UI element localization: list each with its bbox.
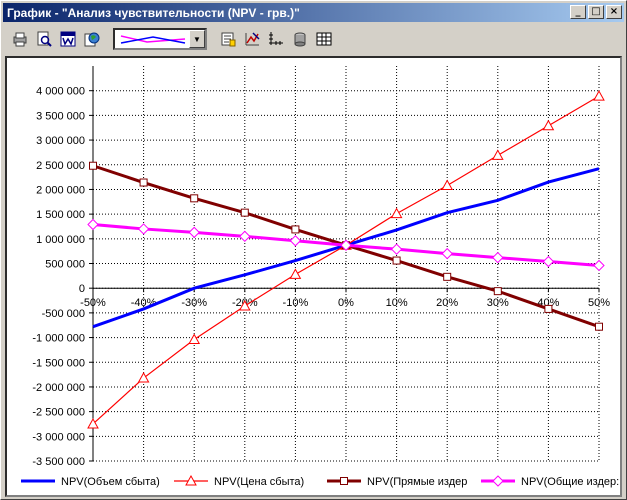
data-point-2 — [137, 372, 150, 383]
chevron-down-icon[interactable]: ▼ — [189, 30, 205, 48]
y-tick-label: -3 000 000 — [32, 431, 85, 443]
x-tick-label: -30% — [181, 297, 207, 309]
y-tick-label: 1 000 000 — [36, 234, 85, 246]
3d-button[interactable] — [289, 28, 311, 50]
globe-icon — [84, 32, 100, 47]
data-point-3 — [240, 208, 249, 217]
data-point-3 — [392, 256, 401, 265]
data-point-3 — [595, 322, 603, 331]
3d-icon — [294, 32, 306, 47]
y-tick-label: -1 000 000 — [32, 333, 85, 345]
data-point-4 — [239, 230, 251, 243]
data-point-4 — [441, 247, 453, 260]
y-tick-label: 1 500 000 — [36, 209, 85, 221]
word-export-icon — [60, 31, 76, 47]
data-point-4 — [542, 255, 555, 268]
data-point-3 — [139, 178, 148, 187]
minimize-button[interactable]: _ — [570, 5, 586, 19]
x-tick-label: 50% — [588, 297, 610, 309]
y-tick-label: -2 000 000 — [32, 382, 85, 394]
legend-label-1: NPV(Объем сбыта) — [61, 476, 160, 488]
y-tick-label: -1 500 000 — [32, 357, 85, 369]
close-button[interactable]: × — [606, 5, 622, 19]
chart-type-combo[interactable]: ▼ — [113, 28, 207, 50]
y-tick-label: 3 500 000 — [36, 110, 85, 122]
legend-label-3: NPV(Прямые издер — [367, 476, 467, 488]
print-icon — [13, 32, 27, 47]
legend-label-2: NPV(Цена сбыта) — [214, 476, 304, 488]
print-button[interactable] — [9, 28, 31, 50]
data-point-2 — [491, 149, 504, 160]
axes-icon — [269, 32, 283, 45]
data-point-4 — [289, 235, 302, 247]
data-point-3 — [443, 272, 452, 281]
data-table-button[interactable] — [313, 28, 335, 50]
y-tick-label: 2 000 000 — [36, 184, 85, 196]
y-tick-label: -3 500 000 — [32, 456, 85, 468]
data-point-4 — [492, 251, 504, 264]
data-point-4 — [390, 243, 403, 255]
title-bar[interactable]: График - "Анализ чувствительности (NPV -… — [3, 3, 624, 22]
properties-icon — [221, 32, 236, 47]
chart-type-preview-icon — [120, 35, 186, 44]
data-point-4 — [137, 223, 150, 235]
data-point-2 — [390, 207, 403, 219]
data-point-3 — [190, 194, 199, 203]
chart-style-button[interactable] — [241, 28, 263, 50]
x-tick-label: -10% — [283, 297, 309, 309]
data-point-2 — [593, 90, 605, 101]
data-point-4 — [188, 226, 200, 239]
word-export-button[interactable] — [57, 28, 79, 50]
properties-button[interactable] — [217, 28, 239, 50]
x-tick-label: 30% — [487, 297, 509, 309]
toolbar: ▼ — [3, 24, 624, 54]
print-preview-icon — [37, 31, 52, 47]
x-tick-label: 0% — [338, 297, 354, 309]
data-point-3 — [544, 304, 553, 313]
legend-marker-4 — [492, 475, 504, 487]
chart-window: График - "Анализ чувствительности (NPV -… — [0, 0, 627, 500]
y-tick-label: -2 500 000 — [32, 407, 85, 419]
data-point-4 — [87, 218, 99, 231]
axes-button[interactable] — [265, 28, 287, 50]
data-point-3 — [493, 287, 502, 296]
print-preview-button[interactable] — [33, 28, 55, 50]
y-tick-label: -500 000 — [42, 308, 85, 320]
y-tick-label: 500 000 — [45, 259, 85, 271]
x-tick-label: 20% — [436, 297, 458, 309]
window-title: График - "Анализ чувствительности (NPV -… — [7, 5, 300, 20]
chart-area: -3 500 000 -3 000 000 -2 500 000 -2 000 000… — [5, 56, 622, 497]
data-point-2 — [542, 119, 555, 131]
y-tick-label: 4 000 000 — [36, 86, 85, 98]
data-point-2 — [188, 333, 201, 345]
data-point-2 — [289, 268, 302, 279]
data-point-4 — [593, 259, 605, 272]
web-export-button[interactable] — [81, 28, 103, 50]
npv-sensitivity-chart: -3 500 000 -3 000 000 -2 500 000 -2 000 000… — [21, 66, 619, 488]
x-tick-label: -50% — [80, 297, 106, 309]
chart-style-icon — [245, 32, 260, 46]
maximize-button[interactable]: □ — [588, 5, 604, 19]
data-point-3 — [291, 225, 300, 234]
table-icon — [316, 32, 332, 46]
y-tick-label: 2 500 000 — [36, 160, 85, 172]
legend-label-4: NPV(Общие издер: — [521, 476, 619, 488]
y-tick-label: 0 — [79, 283, 85, 295]
data-point-2 — [441, 179, 454, 190]
legend-marker-3 — [340, 477, 348, 485]
x-tick-label: 10% — [386, 297, 408, 309]
data-point-3 — [89, 161, 97, 170]
y-tick-label: 3 000 000 — [36, 135, 85, 147]
